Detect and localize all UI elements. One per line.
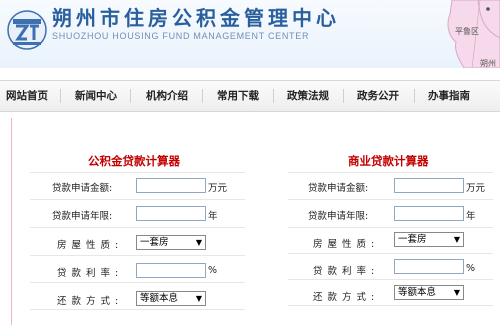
nav-divider [202,89,203,103]
commercial-years-input[interactable] [394,206,464,221]
nav-guide[interactable]: 办事指南 [428,81,470,111]
row-divider [30,309,245,310]
fund-amount-input[interactable] [136,178,206,193]
nav-policies[interactable]: 政策法规 [287,81,329,111]
nav-divider [273,89,274,103]
commercial-amount-label: 贷款申请金额: [308,183,369,194]
fund-rate-input[interactable] [136,263,206,278]
row-divider [30,172,245,173]
commercial-years-unit: 年 [466,211,476,222]
commercial-calc-title: 商业贷款计算器 [348,154,429,168]
map-label-shuozhou: 朔州 [480,59,496,68]
fund-rate-unit: % [208,265,218,276]
logo-icon [7,10,47,50]
nav-public-affairs[interactable]: 政务公开 [357,81,399,111]
commercial-amount-unit: 万元 [466,183,486,194]
nav-divider [343,89,344,103]
commercial-rate-label: 贷款利率: [313,266,380,277]
nav-divider [60,89,61,103]
main-nav: 网站首页 新闻中心 机构介绍 常用下载 政策法规 政务公开 办事指南 [0,80,500,112]
content-border [11,118,12,325]
commercial-amount-input[interactable] [394,178,464,193]
nav-news[interactable]: 新闻中心 [75,81,117,111]
fund-calc-title: 公积金贷款计算器 [88,154,180,168]
fund-house-type-select[interactable]: 一套房 ▼ [136,235,206,250]
commercial-repay-label: 还款方式: [313,292,380,303]
commercial-house-type-label: 房屋性质: [313,239,380,250]
commercial-rate-unit: % [466,263,476,274]
dropdown-arrow-icon: ▼ [453,288,460,297]
nav-divider [414,89,415,103]
dropdown-arrow-icon: ▼ [195,238,202,247]
row-divider [30,227,245,228]
row-divider [30,255,245,256]
row-divider [30,282,245,283]
fund-repay-select[interactable]: 等额本息 ▼ [136,291,206,306]
fund-house-type-value: 一套房 [140,237,169,248]
commercial-years-label: 贷款申请年限: [308,211,369,222]
site-header: 朔州市住房公积金管理中心 SHUOZHOU HOUSING FUND MANAG… [0,0,500,68]
fund-amount-unit: 万元 [208,183,228,194]
fund-amount-label: 贷款申请金额: [52,183,113,194]
site-title: 朔州市住房公积金管理中心 [52,6,340,30]
fund-repay-label: 还款方式: [57,296,124,307]
commercial-house-type-value: 一套房 [398,234,427,245]
fund-years-input[interactable] [136,206,206,221]
commercial-repay-value: 等额本息 [398,287,437,298]
commercial-repay-select[interactable]: 等额本息 ▼ [394,285,464,300]
fund-repay-value: 等额本息 [140,293,179,304]
row-divider [288,172,493,173]
row-divider [288,199,493,200]
commercial-house-type-select[interactable]: 一套房 ▼ [394,232,464,247]
site-subtitle: SHUOZHOU HOUSING FUND MANAGEMENT CENTER [52,31,310,41]
nav-about[interactable]: 机构介绍 [146,81,188,111]
fund-house-type-label: 房屋性质: [57,240,124,251]
dropdown-arrow-icon: ▼ [453,235,460,244]
commercial-rate-input[interactable] [394,259,464,274]
fund-years-label: 贷款申请年限: [52,211,113,222]
map-label-pinglu: 平鲁区 [455,27,479,36]
nav-downloads[interactable]: 常用下载 [217,81,259,111]
row-divider [288,305,493,306]
row-divider [288,227,493,228]
fund-years-unit: 年 [208,211,218,222]
dropdown-arrow-icon: ▼ [195,294,202,303]
nav-home[interactable]: 网站首页 [6,81,48,111]
row-divider [288,279,493,280]
row-divider [288,253,493,254]
fund-rate-label: 贷款利率: [57,268,124,279]
nav-divider [130,89,131,103]
row-divider [30,199,245,200]
